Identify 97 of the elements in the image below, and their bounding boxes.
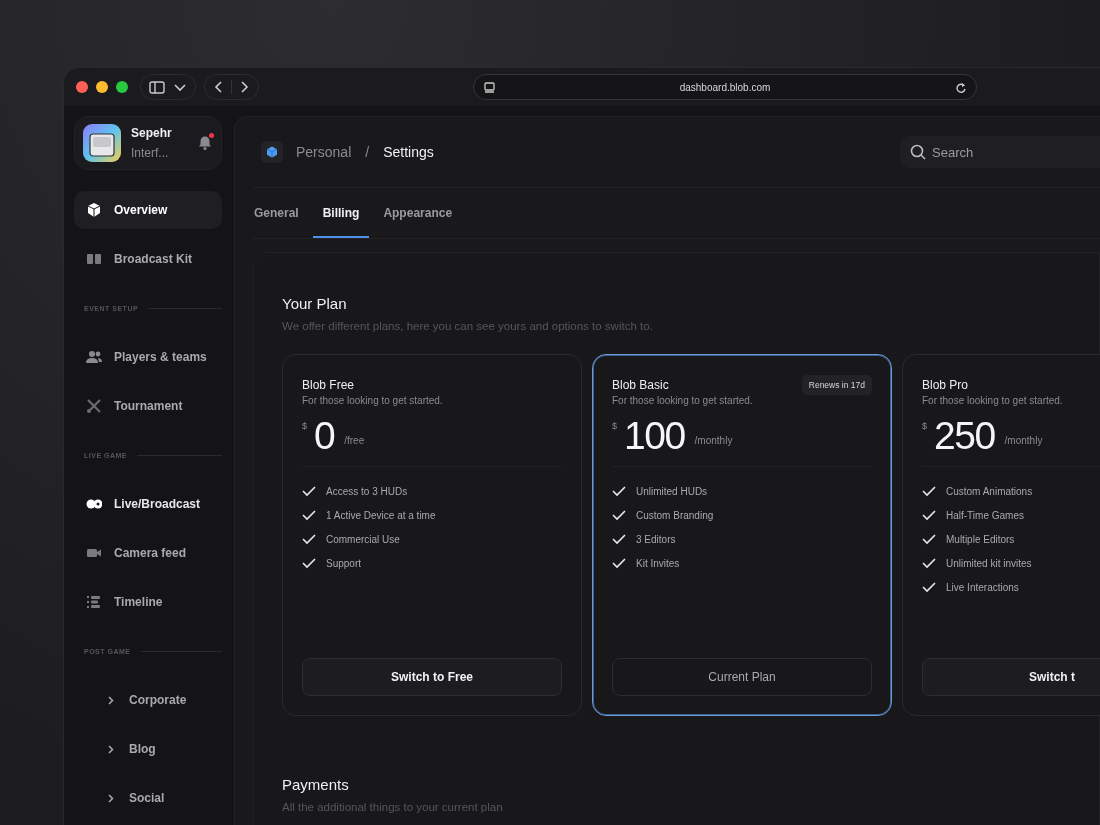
- back-button[interactable]: [213, 80, 223, 94]
- check-icon: [302, 485, 316, 497]
- section-subtitle: We offer different plans, here you can see yours and options to switch to.: [282, 320, 654, 332]
- renewal-badge: Renews in 17d: [801, 375, 872, 395]
- plan-subtitle: For those looking to get started.: [922, 395, 1064, 406]
- feature-text: Multiple Editors: [946, 533, 1015, 545]
- billing-period: /monthly: [1004, 434, 1043, 446]
- nav-item[interactable]: Broadcast Kit: [74, 240, 222, 278]
- check-icon: [302, 557, 316, 569]
- nav-item[interactable]: Corporate: [74, 681, 222, 719]
- sidebar-icon: [149, 79, 165, 95]
- nav-item[interactable]: Overview: [74, 191, 222, 229]
- chevron-right-icon: [106, 744, 115, 754]
- plan-name: Blob Basic: [612, 378, 669, 392]
- list-icon: [86, 594, 102, 610]
- check-icon: [922, 533, 936, 545]
- price: 100: [624, 414, 685, 458]
- plan-button[interactable]: Switch t: [922, 658, 1100, 696]
- tab[interactable]: General: [253, 188, 309, 238]
- tab[interactable]: Billing: [312, 188, 370, 238]
- feature-text: 3 Editors: [636, 533, 676, 545]
- forward-icon: [240, 80, 250, 94]
- address-bar[interactable]: dashboard.blob.com: [473, 74, 977, 100]
- feature-text: Support: [326, 557, 362, 569]
- nav-item[interactable]: Blog: [74, 730, 222, 768]
- book-icon: [86, 251, 102, 267]
- sidebar-toggle-button[interactable]: [149, 79, 165, 95]
- feature-text: Half-Time Games: [946, 509, 1024, 521]
- nav-item[interactable]: Live/Broadcast: [74, 485, 222, 523]
- chevron-down-icon: [173, 81, 187, 93]
- plan-button[interactable]: Switch to Free: [302, 658, 562, 696]
- feature-text: Unlimited kit invites: [946, 557, 1032, 569]
- monitor-icon: [484, 81, 495, 93]
- feature-text: Unlimited HUDs: [636, 485, 708, 497]
- feature-text: Commercial Use: [326, 533, 400, 545]
- feature-text: Live Interactions: [946, 581, 1019, 593]
- search-icon: [910, 144, 926, 160]
- nav-item[interactable]: Camera feed: [74, 534, 222, 572]
- plan-subtitle: For those looking to get started.: [302, 395, 444, 406]
- tab[interactable]: Appearance: [373, 188, 463, 238]
- reload-button[interactable]: [955, 81, 966, 93]
- people-icon: [86, 349, 102, 365]
- plan-name: Blob Pro: [922, 378, 969, 392]
- dropdown-button[interactable]: [173, 81, 187, 93]
- feature-text: 1 Active Device at a time: [326, 509, 436, 521]
- breadcrumb-item[interactable]: Personal: [296, 144, 352, 160]
- plan-subtitle: For those looking to get started.: [612, 395, 754, 406]
- feature-text: Kit Invites: [636, 557, 680, 569]
- minimize-button[interactable]: [96, 81, 108, 93]
- nav-item[interactable]: Social: [74, 779, 222, 817]
- feature-text: Custom Branding: [636, 509, 714, 521]
- cube-icon: [86, 202, 102, 218]
- price: 0: [314, 414, 335, 458]
- check-icon: [302, 533, 316, 545]
- currency-symbol: $: [612, 421, 617, 431]
- check-icon: [612, 533, 626, 545]
- nav-item[interactable]: Tournament: [74, 387, 222, 425]
- breadcrumb-separator: /: [365, 144, 370, 160]
- user-subtitle: Interf...: [131, 146, 170, 160]
- feature-text: Access to 3 HUDs: [326, 485, 408, 497]
- section-subtitle: All the additional things to your current plan: [282, 801, 504, 813]
- cube-icon: [266, 146, 278, 158]
- plan-button[interactable]: Current Plan: [612, 658, 872, 696]
- billing-period: /monthly: [694, 434, 733, 446]
- crossed-tools-icon: [86, 398, 102, 414]
- currency-symbol: $: [302, 421, 307, 431]
- nav-item[interactable]: Timeline: [74, 583, 222, 621]
- currency-symbol: $: [922, 421, 927, 431]
- reload-icon: [955, 81, 966, 93]
- billing-period: /free: [344, 434, 365, 446]
- plan-name: Blob Free: [302, 378, 355, 392]
- check-icon: [612, 509, 626, 521]
- user-name: Sepehr: [131, 126, 173, 140]
- chevron-right-icon: [106, 793, 115, 803]
- close-button[interactable]: [76, 81, 88, 93]
- check-icon: [922, 557, 936, 569]
- chevron-right-icon: [106, 695, 115, 705]
- section-title: Your Plan: [282, 295, 348, 312]
- url-text: dashboard.blob.com: [678, 81, 772, 93]
- check-icon: [302, 509, 316, 521]
- back-icon: [213, 80, 223, 94]
- bell-icon: [197, 135, 213, 151]
- avatar: [83, 124, 121, 162]
- maximize-button[interactable]: [116, 81, 128, 93]
- section-title: Payments: [282, 776, 350, 793]
- forward-button[interactable]: [240, 80, 250, 94]
- check-icon: [922, 581, 936, 593]
- search-field[interactable]: Search: [900, 136, 1100, 168]
- price: 250: [934, 414, 995, 458]
- check-icon: [612, 485, 626, 497]
- check-icon: [922, 485, 936, 497]
- nav-item[interactable]: Players & teams: [74, 338, 222, 376]
- check-icon: [922, 509, 936, 521]
- check-icon: [612, 557, 626, 569]
- breadcrumb-item[interactable]: Settings: [383, 144, 434, 160]
- profile-card[interactable]: Sepehr Interf...: [74, 116, 222, 170]
- feature-text: Custom Animations: [946, 485, 1033, 497]
